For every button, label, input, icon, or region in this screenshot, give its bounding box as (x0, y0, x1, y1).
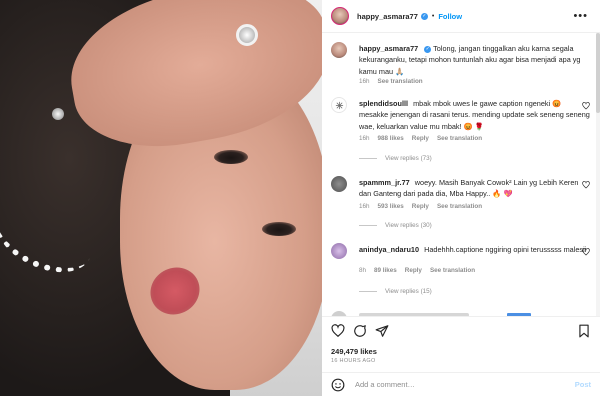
commenter-avatar[interactable] (331, 243, 347, 259)
photo-eye-left (214, 150, 248, 164)
replies-divider (359, 225, 377, 226)
comment-meta: 16h 988 likes Reply See translation (359, 135, 482, 142)
caption-body: happy_asmara77 ✓ Tolong, jangan tinggalka… (359, 43, 591, 77)
heart-icon[interactable] (331, 324, 345, 338)
photo-earring (52, 108, 64, 120)
comment-body: anindya_ndaru10 Hadehhh.captione nggirin… (359, 244, 591, 255)
comment-heart-icon[interactable] (582, 181, 590, 189)
see-translation-link[interactable]: See translation (437, 203, 482, 210)
view-replies-label: View replies (30) (385, 222, 432, 229)
comment-item-partial (331, 309, 591, 316)
comments-feed[interactable]: happy_asmara77 ✓ Tolong, jangan tinggalka… (322, 33, 600, 316)
comments-scrollbar[interactable] (596, 33, 600, 316)
bookmark-icon[interactable] (577, 324, 591, 338)
see-translation-link[interactable]: See translation (378, 78, 423, 85)
verified-icon: ✓ (424, 45, 432, 53)
comment-age: 16h (359, 135, 370, 142)
reply-button[interactable]: Reply (412, 203, 429, 210)
likes-count[interactable]: 249,479 likes (331, 347, 377, 356)
reply-button[interactable]: Reply (405, 267, 422, 274)
scrollbar-thumb[interactable] (596, 33, 600, 113)
reply-button[interactable]: Reply (412, 135, 429, 142)
replies-divider (359, 158, 377, 159)
comment-likes[interactable]: 988 likes (378, 135, 404, 142)
post-time[interactable]: 16 HOURS AGO (331, 358, 376, 364)
post-header: happy_asmara77 ✓ • Follow ••• (322, 0, 600, 33)
caption-meta: 16h See translation (359, 78, 423, 85)
comment-body: spammm_jr.77 woeyy. Masih Banyak Cowok² … (359, 177, 591, 200)
comment-meta: 16h 593 likes Reply See translation (359, 203, 482, 210)
author-avatar[interactable] (331, 7, 349, 25)
photo-eye-right (262, 222, 296, 236)
comment-item: splendidsoulll mbak mbok uwes le gawe ca… (331, 97, 599, 162)
instagram-post: happy_asmara77 ✓ • Follow ••• happy_asma… (0, 0, 600, 396)
add-comment-input[interactable] (355, 380, 565, 389)
view-replies-button[interactable]: View replies (73) (359, 155, 432, 162)
comment-body: splendidsoulll mbak mbok uwes le gawe ca… (359, 98, 591, 132)
view-replies-label: View replies (15) (385, 288, 432, 295)
caption-avatar[interactable] (331, 42, 347, 58)
caption-username[interactable]: happy_asmara77 (359, 44, 418, 53)
comment-likes[interactable]: 89 likes (374, 267, 397, 274)
view-replies-button[interactable]: View replies (30) (359, 222, 432, 229)
commenter-username[interactable]: splendidsoulll (359, 99, 408, 108)
post-photo[interactable] (0, 0, 322, 396)
comment-text: Hadehhh.captione nggiring opini terussss… (424, 245, 587, 254)
comment-age: 16h (359, 203, 370, 210)
commenter-username[interactable]: anindya_ndaru10 (359, 245, 419, 254)
photo-ring (236, 24, 258, 46)
commenter-username[interactable]: spammm_jr.77 (359, 178, 410, 187)
see-translation-link[interactable]: See translation (430, 267, 475, 274)
commenter-avatar[interactable] (331, 176, 347, 192)
comment-meta: 8h 89 likes Reply See translation (359, 267, 475, 274)
see-translation-link[interactable]: See translation (437, 135, 482, 142)
author-username[interactable]: happy_asmara77 (357, 12, 418, 21)
avatar-glyph-icon (335, 101, 343, 109)
follow-button[interactable]: Follow (438, 12, 462, 21)
comment-item: spammm_jr.77 woeyy. Masih Banyak Cowok² … (331, 176, 599, 232)
view-replies-button[interactable]: View replies (15) (359, 288, 432, 295)
comment-icon[interactable] (353, 324, 367, 338)
verified-icon: ✓ (420, 12, 428, 20)
post-comment-button[interactable]: Post (575, 380, 591, 389)
emoji-icon[interactable] (331, 378, 345, 392)
action-bar (322, 316, 600, 344)
replies-divider (359, 291, 377, 292)
share-icon[interactable] (375, 324, 389, 338)
comment-likes[interactable]: 593 likes (378, 203, 404, 210)
caption-age: 16h (359, 78, 370, 85)
post-side-pane: happy_asmara77 ✓ • Follow ••• happy_asma… (322, 0, 600, 396)
view-replies-label: View replies (73) (385, 155, 432, 162)
comment-item: anindya_ndaru10 Hadehhh.captione nggirin… (331, 243, 599, 299)
comment-heart-icon[interactable] (582, 248, 590, 256)
add-comment-bar: Post (322, 372, 600, 396)
more-icon[interactable]: ••• (573, 10, 588, 22)
header-separator: • (431, 12, 435, 20)
commenter-avatar[interactable] (331, 97, 347, 113)
comment-age: 8h (359, 267, 367, 274)
comment-heart-icon[interactable] (582, 102, 590, 110)
